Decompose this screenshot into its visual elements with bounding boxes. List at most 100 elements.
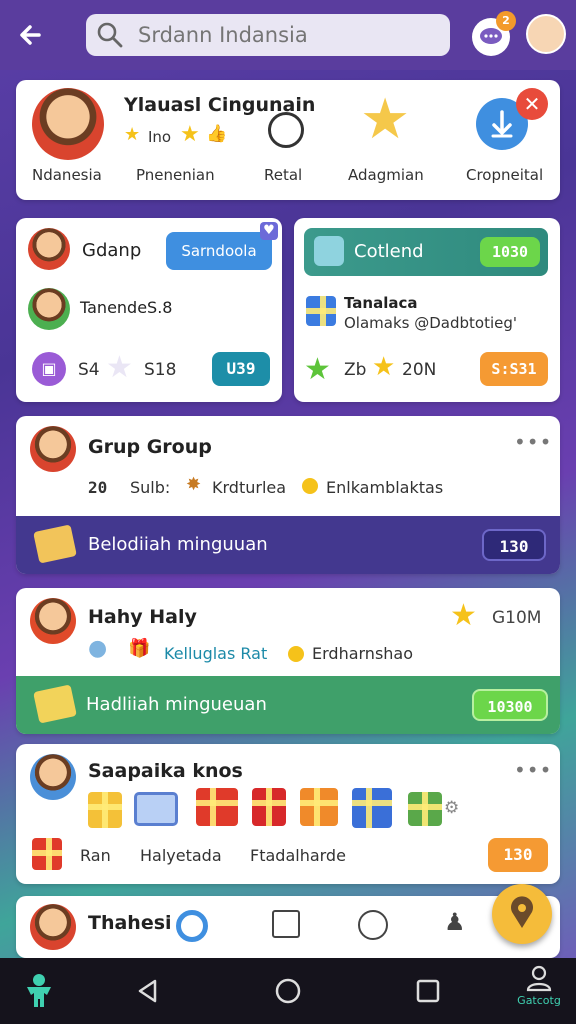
group-title: Thahesi (88, 912, 172, 934)
ticket-icon (33, 524, 77, 564)
more-options-icon[interactable]: ••• (514, 430, 552, 454)
right-card-banner[interactable]: Cotlend 1030 (304, 228, 548, 276)
group-value: G10M (492, 608, 542, 628)
left-stat-1: S4 (78, 360, 100, 380)
gift-icon[interactable] (88, 792, 122, 828)
gift-icon[interactable] (408, 792, 442, 826)
left-stat-2: S18 (144, 360, 177, 380)
reward-banner-value[interactable]: 130 (482, 529, 546, 561)
gift-icon[interactable] (300, 788, 338, 826)
battery-icon[interactable] (134, 792, 178, 826)
group-meta: Kelluglas Rat (164, 644, 268, 663)
group-meta: 20 (88, 478, 108, 497)
left-card-button[interactable]: Sarndoola (166, 232, 272, 270)
star-icon: ★ (450, 598, 477, 633)
profile-nav-item-2[interactable]: Pnenenian (136, 166, 215, 184)
person-icon (27, 974, 51, 1007)
group-meta: Erdharnshao (312, 644, 414, 663)
star-icon: ★ (372, 352, 396, 382)
home-circle-icon (275, 978, 301, 1004)
star-icon: ★ (124, 124, 141, 145)
group-label: Ftadalharde (250, 846, 346, 865)
floating-action-button[interactable] (492, 884, 552, 944)
profile-nav-item-5[interactable]: Cropneital (466, 166, 543, 184)
group-card-4[interactable]: Thahesi ♟ (16, 896, 560, 958)
recents-square-icon (416, 979, 440, 1003)
user-avatar[interactable] (526, 14, 566, 54)
reward-banner[interactable]: Belodiiah minguuan 130 (16, 516, 560, 574)
profile-nav-item-1[interactable]: Ndanesia (32, 166, 102, 184)
right-card-title: Tanalaca (344, 294, 418, 312)
gift-icon[interactable] (352, 788, 392, 828)
chat-button[interactable]: 2 (472, 11, 516, 56)
top-app-bar: 2 (0, 0, 576, 70)
chat-bubble-icon: ● (88, 636, 108, 661)
star-icon: ★ (180, 122, 200, 147)
group-label: Halyetada (140, 846, 222, 865)
more-options-icon[interactable]: ••• (514, 758, 552, 782)
coin-icon: ▣ (32, 352, 66, 386)
home-button[interactable] (268, 958, 308, 1024)
right-card-banner-value: 1030 (480, 237, 540, 267)
bag-icon[interactable] (272, 910, 300, 938)
chat-badge: 2 (496, 11, 516, 31)
reward-banner-label: Belodiiah minguuan (88, 534, 268, 555)
profile-nav-item-3[interactable]: Retal (264, 166, 302, 184)
gift-icon[interactable] (196, 788, 238, 826)
big-star-icon[interactable]: ★ (360, 90, 410, 150)
cookie-icon: ✸ (186, 474, 202, 495)
close-button[interactable]: ✕ (516, 88, 548, 120)
chat-bubble-icon (480, 28, 502, 44)
star-icon: ★ (106, 350, 133, 385)
reward-banner-label: Hadliiah mingueuan (86, 694, 267, 715)
clock-icon[interactable] (358, 910, 388, 940)
back-triangle-icon (138, 979, 157, 1003)
gift-icon[interactable] (252, 788, 286, 826)
group-card-2[interactable]: Hahy Haly ★ G10M ● 🎁 Kelluglas Rat Erdha… (16, 588, 560, 734)
group-meta: Enlkamblaktas (326, 478, 444, 497)
search-icon (96, 21, 124, 49)
group-card-3[interactable]: Saapaika knos ••• ⚙ Ran Halyetada Ftadal… (16, 744, 560, 884)
user-avatar-small[interactable] (28, 228, 70, 270)
group-avatar[interactable] (30, 904, 76, 950)
group-title: Grup Group (88, 436, 212, 458)
app-nav-item[interactable] (14, 958, 64, 1024)
profile-avatar[interactable] (32, 88, 104, 160)
thumbs-up-icon: 👍 (206, 124, 228, 144)
group-meta: Sulb: (130, 478, 171, 497)
recents-button[interactable] (408, 958, 448, 1024)
person-icon[interactable]: ♟ (444, 908, 466, 936)
group-card-1[interactable]: Grup Group ••• 20 Sulb: ✸ Krdturlea Enlk… (16, 416, 560, 574)
left-card-pill[interactable]: U39 (212, 352, 270, 386)
group-title: Saapaika knos (88, 760, 243, 782)
profile-nav-item-4[interactable]: Adagmian (348, 166, 424, 184)
gift-icon: 🎁 (128, 638, 151, 659)
reward-banner[interactable]: Hadliiah mingueuan 10300 (16, 676, 560, 734)
group-avatar[interactable] (30, 426, 76, 472)
search-bar[interactable] (86, 14, 450, 56)
left-stat-card: Gdanp Sarndoola ♥ TanendeS.8 ▣ S4 ★ S18 … (16, 218, 282, 402)
circle-icon (268, 112, 304, 148)
gift-icon (306, 296, 336, 326)
target-icon (176, 910, 208, 942)
gear-icon: ⚙ (444, 798, 460, 818)
profile-nav-item[interactable]: Gatcotg (508, 964, 570, 1020)
right-stat-card: Cotlend 1030 Tanalaca Olamaks @Dadbtotie… (294, 218, 560, 402)
user-avatar-small[interactable] (28, 288, 70, 330)
tag-icon (314, 236, 344, 266)
group-title: Hahy Haly (88, 606, 197, 628)
ticket-icon (33, 684, 77, 724)
back-button[interactable] (128, 958, 168, 1024)
group-label: Ran (80, 846, 111, 865)
group-avatar[interactable] (30, 754, 76, 800)
heart-icon: ♥ (260, 222, 278, 240)
group-pill[interactable]: 130 (488, 838, 548, 872)
left-card-name: Gdanp (82, 240, 142, 261)
back-arrow-icon[interactable] (14, 18, 50, 54)
right-stat-1: Zb (344, 360, 367, 380)
search-input[interactable] (138, 23, 428, 47)
right-card-pill[interactable]: S:S31 (480, 352, 548, 386)
group-avatar[interactable] (30, 598, 76, 644)
right-card-subtitle: Olamaks @Dadbtotieg' (344, 314, 518, 332)
reward-banner-value[interactable]: 10300 (472, 689, 548, 721)
